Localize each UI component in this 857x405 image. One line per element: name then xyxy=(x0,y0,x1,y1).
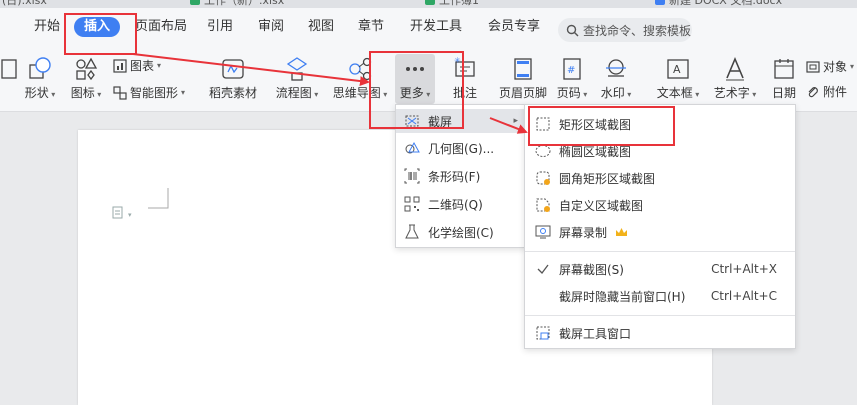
annotation-arrows xyxy=(132,53,528,134)
arrow-insert-to-more xyxy=(132,53,370,87)
arrow-more-to-submenu xyxy=(489,117,528,134)
